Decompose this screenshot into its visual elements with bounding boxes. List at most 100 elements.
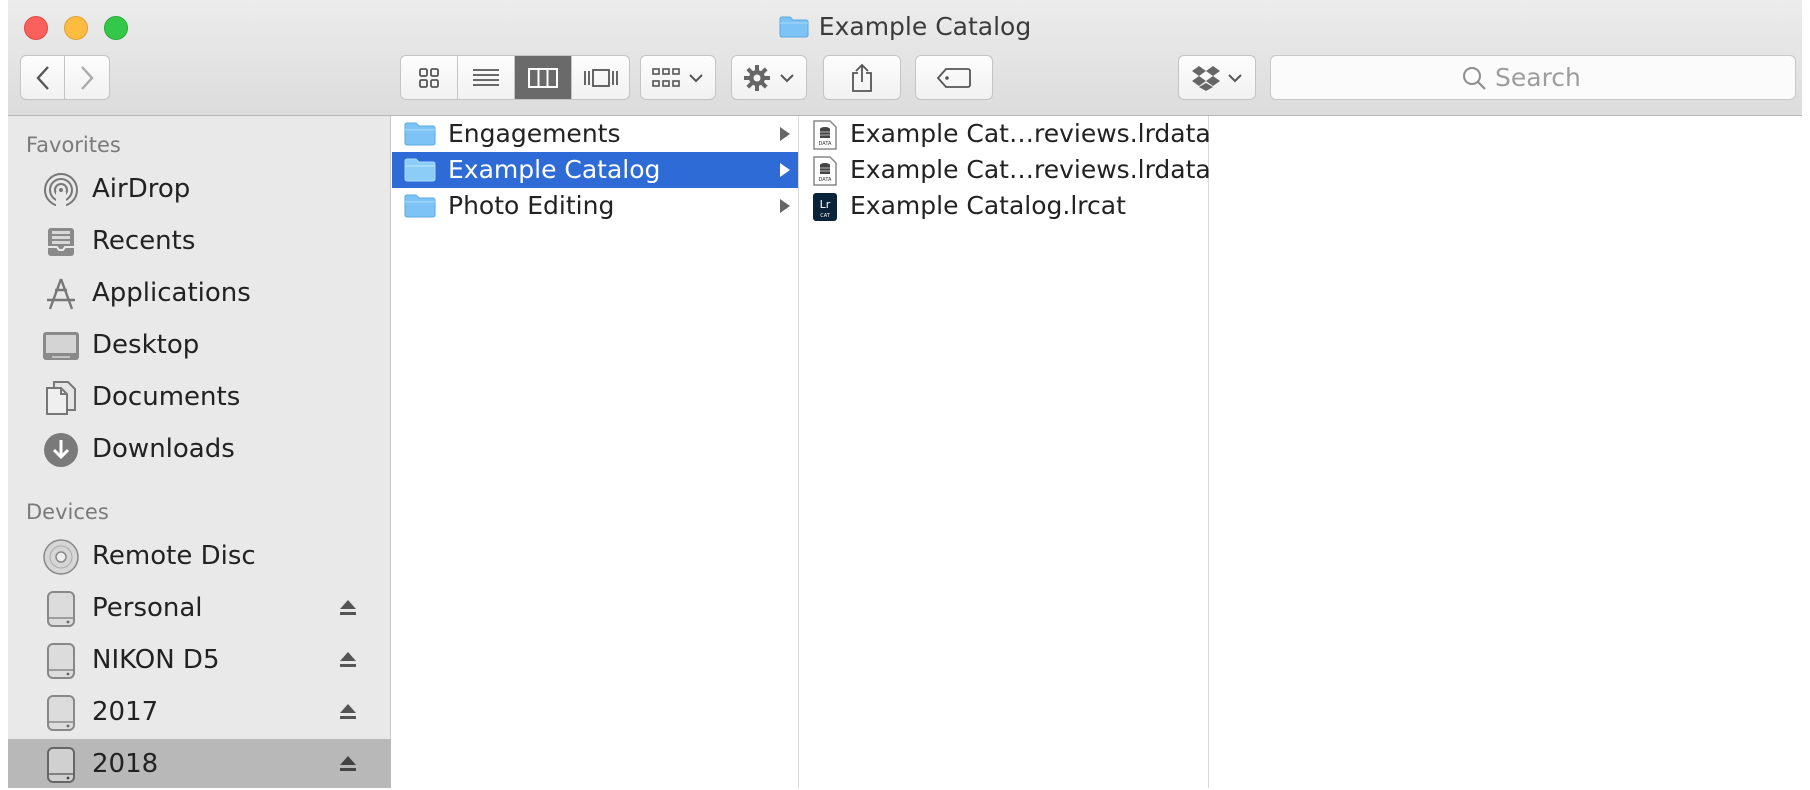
sidebar-item-label: Personal xyxy=(92,593,203,623)
action-button[interactable] xyxy=(731,55,807,100)
icon-view-button[interactable] xyxy=(401,56,458,99)
drive-icon xyxy=(42,747,80,783)
favorites-header: Favorites xyxy=(26,133,121,157)
column-browser-column-3[interactable] xyxy=(1210,116,1802,788)
sidebar-item-personal[interactable]: Personal xyxy=(8,583,391,635)
sidebar-item-label: NIKON D5 xyxy=(92,645,220,675)
cover-flow-icon xyxy=(583,68,618,87)
folder-icon xyxy=(404,120,436,150)
tags-button[interactable] xyxy=(915,55,993,100)
list-item-engagements[interactable]: Engagements xyxy=(392,116,798,152)
eject-icon[interactable] xyxy=(338,701,358,725)
sidebar-item-desktop[interactable]: Desktop xyxy=(8,320,391,372)
documents-icon xyxy=(42,380,80,416)
arrange-grid-icon xyxy=(652,67,680,87)
sidebar-item-remote-disc[interactable]: Remote Disc xyxy=(8,531,391,583)
column-view-button[interactable] xyxy=(515,56,572,99)
dropbox-icon xyxy=(1192,65,1220,91)
sidebar-item-downloads[interactable]: Downloads xyxy=(8,424,391,476)
svg-text:Lr: Lr xyxy=(820,198,831,211)
disclosure-arrow-icon xyxy=(778,198,792,218)
sidebar-item-label: AirDrop xyxy=(92,174,191,204)
chevron-right-icon xyxy=(81,65,94,90)
sidebar-item-label: Desktop xyxy=(92,330,200,360)
sidebar-item-label: Documents xyxy=(92,382,241,412)
finder-window: Example Catalog Search Favorites AirDrop… xyxy=(8,0,1802,788)
applications-icon xyxy=(42,276,80,312)
column-browser-column-1: Engagements Example Catalog Photo Editin… xyxy=(392,116,799,788)
columns-icon xyxy=(528,67,558,88)
devices-header: Devices xyxy=(26,500,109,524)
airdrop-icon xyxy=(42,172,80,208)
sidebar-item-label: 2018 xyxy=(92,749,159,779)
search-icon xyxy=(1463,66,1486,90)
chevron-down-icon xyxy=(780,73,794,82)
lrdata-file-icon: DATA xyxy=(812,120,838,154)
sidebar-item-label: 2017 xyxy=(92,697,159,727)
gear-icon xyxy=(744,64,770,91)
tag-icon xyxy=(936,67,971,88)
search-input[interactable] xyxy=(1495,63,1605,92)
sidebar-item-2017[interactable]: 2017 xyxy=(8,687,391,739)
list-item-example-catalog[interactable]: Example Catalog xyxy=(392,152,798,188)
disclosure-arrow-icon xyxy=(778,126,792,146)
chevron-down-icon xyxy=(689,73,703,82)
chevron-down-icon xyxy=(1228,73,1242,82)
svg-text:CAT: CAT xyxy=(820,213,831,219)
view-mode-control xyxy=(400,55,630,100)
back-button[interactable] xyxy=(21,56,66,99)
sidebar: Favorites AirDrop Recents Applications D… xyxy=(8,116,391,788)
svg-text:DATA: DATA xyxy=(819,177,832,183)
list-item-label: Engagements xyxy=(448,119,621,148)
list-item-lrcat[interactable]: Lr CAT Example Catalog.lrcat xyxy=(800,188,1208,224)
sidebar-item-applications[interactable]: Applications xyxy=(8,268,391,320)
drive-icon xyxy=(42,643,80,679)
eject-icon[interactable] xyxy=(338,753,358,777)
list-item-photo-editing[interactable]: Photo Editing xyxy=(392,188,798,224)
disc-icon xyxy=(42,539,80,575)
window-title: Example Catalog xyxy=(8,12,1802,44)
list-item-label: Example Cat…reviews.lrdata xyxy=(850,119,1211,148)
sidebar-item-2018[interactable]: 2018 xyxy=(8,739,391,788)
disclosure-arrow-icon xyxy=(778,162,792,182)
drive-icon xyxy=(42,695,80,731)
dropbox-button[interactable] xyxy=(1178,55,1256,100)
grid-icon xyxy=(419,67,439,88)
cover-flow-button[interactable] xyxy=(572,56,629,99)
list-item-label: Example Catalog xyxy=(448,155,661,184)
list-item-label: Example Catalog.lrcat xyxy=(850,191,1126,220)
forward-button[interactable] xyxy=(65,56,109,99)
desktop-icon xyxy=(42,328,80,364)
sidebar-item-label: Recents xyxy=(92,226,196,256)
navigation-buttons xyxy=(20,55,110,100)
sidebar-item-airdrop[interactable]: AirDrop xyxy=(8,164,391,216)
sidebar-item-documents[interactable]: Documents xyxy=(8,372,391,424)
drive-icon xyxy=(42,591,80,627)
list-item-label: Photo Editing xyxy=(448,191,615,220)
sidebar-item-recents[interactable]: Recents xyxy=(8,216,391,268)
share-icon xyxy=(852,63,872,92)
sidebar-item-nikon-d5[interactable]: NIKON D5 xyxy=(8,635,391,687)
svg-text:DATA: DATA xyxy=(819,141,832,147)
lightroom-catalog-icon: Lr CAT xyxy=(812,192,838,226)
arrange-button[interactable] xyxy=(640,55,716,100)
list-item-lrdata-1[interactable]: DATA Example Cat…reviews.lrdata xyxy=(800,116,1211,154)
eject-icon[interactable] xyxy=(338,597,358,621)
search-field[interactable] xyxy=(1270,55,1796,100)
lrdata-file-icon: DATA xyxy=(812,156,838,190)
recents-icon xyxy=(42,224,80,260)
share-button[interactable] xyxy=(823,55,901,100)
list-icon xyxy=(473,68,499,86)
eject-icon[interactable] xyxy=(338,649,358,673)
toolbar: Example Catalog xyxy=(8,0,1802,116)
list-item-lrdata-2[interactable]: DATA Example Cat…reviews.lrdata xyxy=(800,152,1211,190)
folder-icon xyxy=(404,192,436,222)
sidebar-item-label: Applications xyxy=(92,278,251,308)
chevron-left-icon xyxy=(35,65,49,90)
list-view-button[interactable] xyxy=(458,56,515,99)
window-title-text: Example Catalog xyxy=(818,12,1032,41)
folder-icon xyxy=(404,156,436,186)
list-item-label: Example Cat…reviews.lrdata xyxy=(850,155,1211,184)
sidebar-item-label: Downloads xyxy=(92,434,235,464)
folder-icon xyxy=(779,14,809,44)
